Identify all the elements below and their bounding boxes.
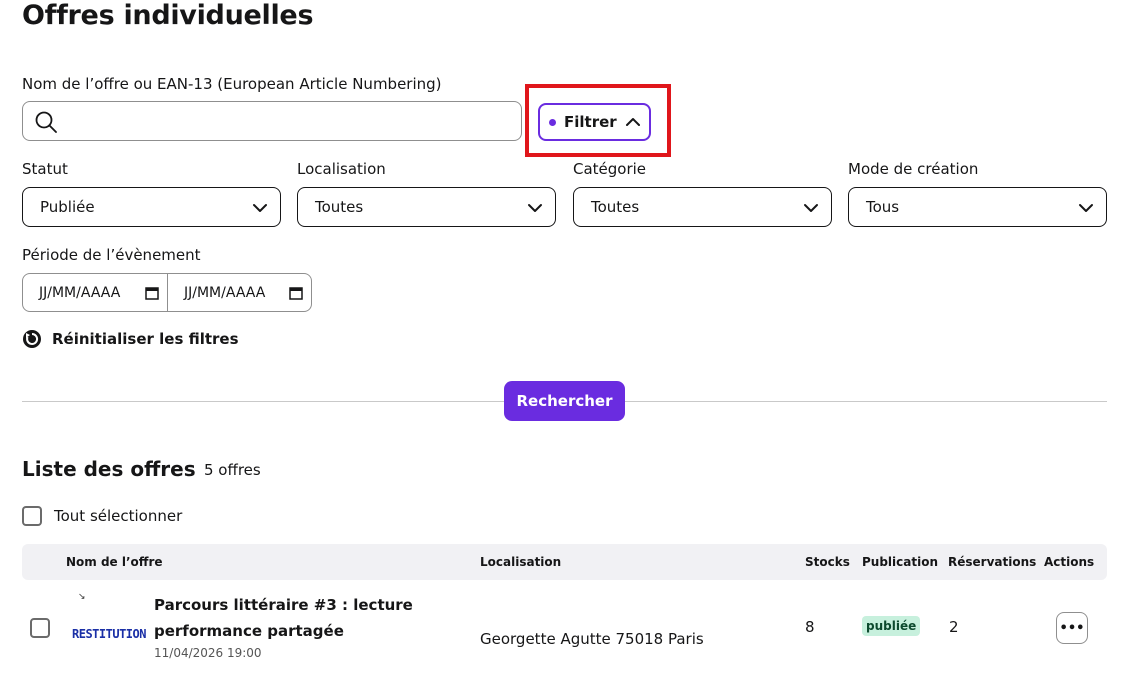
period-start-date[interactable]: JJ/MM/AAAA xyxy=(23,274,167,311)
active-filter-dot xyxy=(549,118,556,126)
offers-list-title: Liste des offres xyxy=(22,457,196,481)
row-checkbox[interactable] xyxy=(30,618,50,638)
period-start-text: JJ/MM/AAAA xyxy=(39,284,121,301)
offer-thumbnail[interactable]: ↘ RESTITUTION xyxy=(70,586,146,646)
column-header-publication: Publication xyxy=(862,555,939,569)
chevron-up-icon xyxy=(625,118,640,126)
column-header-actions: Actions xyxy=(1044,555,1095,569)
creation-mode-select-value: Tous xyxy=(866,198,900,216)
offers-count: 5 offres xyxy=(204,461,261,479)
column-header-stocks: Stocks xyxy=(805,555,850,569)
table-header: Nom de l’offre Localisation Stocks Publi… xyxy=(22,544,1107,580)
reset-icon xyxy=(23,330,41,348)
select-all-checkbox[interactable] xyxy=(22,506,42,526)
column-header-name: Nom de l’offre xyxy=(66,555,163,569)
period-end-text: JJ/MM/AAAA xyxy=(184,284,266,301)
category-select-value: Toutes xyxy=(591,198,640,216)
thumbnail-text: RESTITUTION xyxy=(72,627,146,641)
chevron-down-icon xyxy=(528,204,542,212)
period-end-date[interactable]: JJ/MM/AAAA xyxy=(167,274,311,311)
period-date-range: JJ/MM/AAAA JJ/MM/AAAA xyxy=(22,273,312,312)
search-icon xyxy=(35,111,57,133)
filter-button[interactable]: Filtrer xyxy=(538,103,651,141)
status-badge: publiée xyxy=(862,616,921,636)
offer-date: 11/04/2026 19:00 xyxy=(154,646,262,660)
calendar-icon xyxy=(289,287,303,300)
period-label: Période de l’évènement xyxy=(22,246,201,264)
creation-mode-label: Mode de création xyxy=(848,160,979,178)
reset-filters-label: Réinitialiser les filtres xyxy=(52,330,239,348)
offer-stocks: 8 xyxy=(805,618,815,636)
search-button[interactable]: Rechercher xyxy=(504,381,625,421)
filter-button-label: Filtrer xyxy=(564,113,617,131)
select-all[interactable]: Tout sélectionner xyxy=(22,506,182,526)
category-label: Catégorie xyxy=(573,160,647,178)
chevron-down-icon xyxy=(804,204,818,212)
search-label: Nom de l’offre ou EAN-13 (European Artic… xyxy=(22,75,442,93)
status-select[interactable]: Publiée xyxy=(22,187,281,227)
offer-title-link[interactable]: Parcours littéraire #3 : lecture perform… xyxy=(154,592,434,644)
location-select-value: Toutes xyxy=(315,198,364,216)
reset-filters-button[interactable]: Réinitialiser les filtres xyxy=(22,329,239,349)
table-row: ↘ RESTITUTION Parcours littéraire #3 : l… xyxy=(22,580,1107,676)
chevron-down-icon xyxy=(1079,204,1093,212)
thumbnail-mark-icon: ↘ xyxy=(78,592,86,602)
location-label: Localisation xyxy=(297,160,386,178)
offer-location: Georgette Agutte 75018 Paris xyxy=(480,630,704,648)
creation-mode-select[interactable]: Tous xyxy=(848,187,1107,227)
column-header-location: Localisation xyxy=(480,555,562,569)
offer-reservations: 2 xyxy=(949,618,959,636)
select-all-label: Tout sélectionner xyxy=(54,507,183,525)
actions-menu-button[interactable]: ••• xyxy=(1056,612,1088,644)
status-label: Statut xyxy=(22,160,68,178)
location-select[interactable]: Toutes xyxy=(297,187,556,227)
column-header-reservations: Réservations xyxy=(948,555,1037,569)
calendar-icon xyxy=(145,287,159,300)
category-select[interactable]: Toutes xyxy=(573,187,832,227)
search-input[interactable] xyxy=(22,101,522,141)
page-title: Offres individuelles xyxy=(22,0,314,31)
chevron-down-icon xyxy=(253,204,267,212)
status-select-value: Publiée xyxy=(40,198,95,216)
